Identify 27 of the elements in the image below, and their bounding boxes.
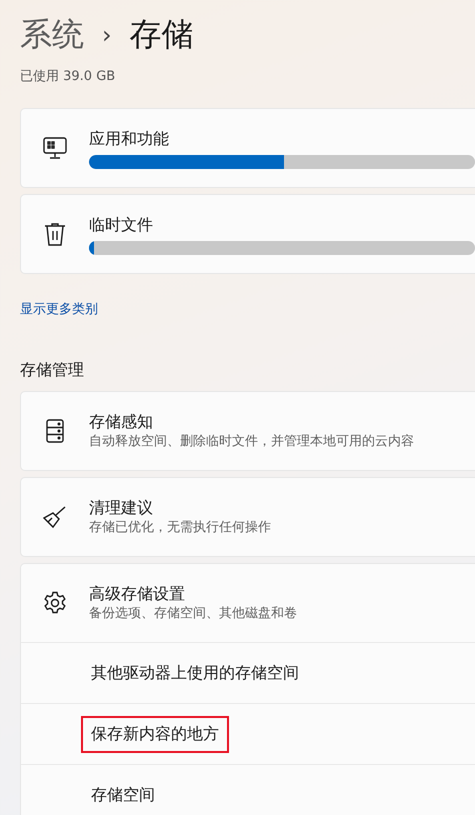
setting-header[interactable]: 高级存储设置 备份选项、存储空间、其他磁盘和卷 xyxy=(21,564,475,643)
storage-icon xyxy=(46,419,64,443)
page-title: 存储 xyxy=(130,14,194,55)
trash-icon xyxy=(44,222,66,246)
category-card[interactable]: 临时文件 xyxy=(20,194,475,274)
setting-card[interactable]: 存储感知 自动释放空间、删除临时文件，并管理本地可用的云内容 xyxy=(20,391,475,471)
setting-title: 高级存储设置 xyxy=(89,583,186,605)
setting-link[interactable]: 存储空间 xyxy=(81,776,165,814)
usage-text: 已使用 39.0 GB xyxy=(20,70,116,86)
setting-link[interactable]: 其他驱动器上使用的存储空间 xyxy=(81,654,309,692)
category-title: 临时文件 xyxy=(89,214,154,236)
setting-description: 存储已优化，无需执行任何操作 xyxy=(89,519,272,537)
section-title: 存储管理 xyxy=(20,360,85,381)
settings-icon xyxy=(43,591,67,615)
breadcrumb-parent[interactable]: 系统 xyxy=(20,13,84,57)
broom-icon xyxy=(43,505,67,529)
category-title: 应用和功能 xyxy=(89,128,170,150)
setting-title: 存储感知 xyxy=(89,411,154,433)
more-categories-link[interactable]: 显示更多类别 xyxy=(20,300,98,318)
category-card[interactable]: 应用和功能 xyxy=(20,108,475,188)
highlighted-setting-link[interactable]: 保存新内容的地方 xyxy=(81,716,229,752)
setting-title: 清理建议 xyxy=(89,497,154,519)
breadcrumb-separator: › xyxy=(102,21,112,49)
setting-description: 自动释放空间、删除临时文件，并管理本地可用的云内容 xyxy=(89,433,415,451)
setting-description: 备份选项、存储空间、其他磁盘和卷 xyxy=(89,605,298,623)
setting-card[interactable]: 清理建议 存储已优化，无需执行任何操作 xyxy=(20,477,475,557)
monitor-icon xyxy=(43,137,67,159)
